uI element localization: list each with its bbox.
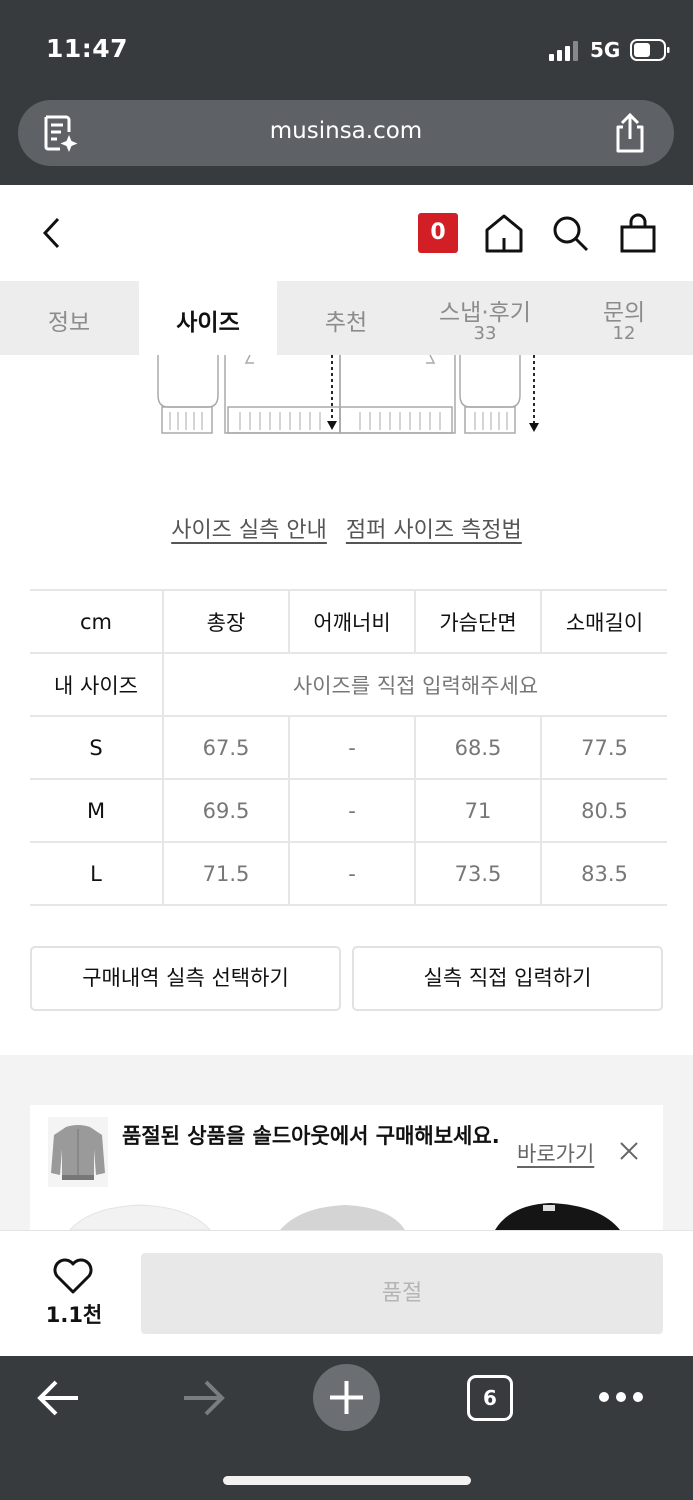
size-label: S [30, 716, 164, 780]
jacket-measurement-diagram [157, 355, 539, 434]
column-header: 가슴단면 [415, 589, 542, 654]
table-cell: 80.5 [541, 779, 667, 843]
direct-input-button[interactable]: 실측 직접 입력하기 [352, 946, 663, 1011]
more-menu-icon[interactable] [598, 1388, 644, 1406]
back-chevron-icon[interactable] [38, 215, 66, 251]
close-icon[interactable] [618, 1140, 640, 1162]
table-row: S 67.5 - 68.5 77.5 [30, 716, 667, 780]
cart-count-badge[interactable]: 0 [418, 213, 458, 253]
back-arrow-icon[interactable] [36, 1378, 82, 1418]
table-row: M 69.5 - 71 80.5 [30, 779, 667, 843]
tab-count: 12 [612, 323, 636, 344]
home-icon[interactable] [484, 212, 524, 254]
my-size-label: 내 사이즈 [30, 653, 164, 717]
product-carousel-peek [30, 1195, 663, 1230]
table-cell: 77.5 [541, 716, 667, 780]
column-header: 소매길이 [541, 589, 667, 654]
table-cell: 71 [415, 779, 542, 843]
share-icon[interactable] [610, 112, 650, 154]
heart-icon[interactable] [52, 1257, 94, 1295]
jumper-method-link[interactable]: 점퍼 사이즈 측정법 [346, 518, 522, 543]
size-guide-links: 사이즈 실측 안내 점퍼 사이즈 측정법 [0, 512, 693, 544]
url-text[interactable]: musinsa.com [18, 118, 674, 144]
like-count: 1.1천 [45, 1303, 103, 1327]
tab-label: 추천 [324, 310, 368, 336]
tab-label: 스냅·후기 [439, 300, 531, 326]
table-header-row: cm 총장 어깨너비 가슴단면 소매길이 [30, 589, 667, 654]
table-cell: - [289, 842, 416, 906]
battery-icon [630, 39, 670, 61]
shopping-bag-icon[interactable] [618, 212, 658, 254]
product-thumbnail-icon [48, 1117, 108, 1187]
my-size-input[interactable]: 사이즈를 직접 입력해주세요 [163, 653, 667, 717]
column-header: 총장 [163, 589, 290, 654]
app-header: 0 [0, 185, 693, 281]
purchase-bar: 1.1천 품절 [0, 1230, 693, 1356]
my-size-row: 내 사이즈 사이즈를 직접 입력해주세요 [30, 653, 667, 717]
tab-recommend[interactable]: 추천 [277, 281, 415, 355]
table-cell: - [289, 716, 416, 780]
select-from-history-button[interactable]: 구매내역 실측 선택하기 [30, 946, 341, 1011]
table-cell: - [289, 779, 416, 843]
signal-icon [549, 41, 578, 61]
tab-label: 문의 [602, 300, 646, 326]
table-cell: 69.5 [163, 779, 290, 843]
browser-chrome: 11:47 5G musinsa.com [0, 0, 693, 185]
new-tab-plus-icon[interactable] [313, 1364, 380, 1431]
banner-message: 품절된 상품을 솔드아웃에서 구매해보세요. [122, 1124, 500, 1148]
size-label: M [30, 779, 164, 843]
unit-header: cm [30, 589, 164, 654]
table-cell: 71.5 [163, 842, 290, 906]
table-cell: 67.5 [163, 716, 290, 780]
measure-info-link[interactable]: 사이즈 실측 안내 [171, 518, 327, 543]
tab-snap-review[interactable]: 스냅·후기 33 [415, 281, 555, 355]
go-to-soldout-link[interactable]: 바로가기 [517, 1138, 594, 1168]
table-cell: 73.5 [415, 842, 542, 906]
address-bar[interactable]: musinsa.com [18, 100, 674, 166]
status-time: 11:47 [46, 34, 129, 63]
tab-size[interactable]: 사이즈 [139, 281, 277, 355]
tab-switcher-button[interactable]: 6 [467, 1375, 513, 1421]
forward-arrow-icon[interactable] [180, 1378, 226, 1418]
product-thumbnails [69, 1203, 620, 1230]
network-type: 5G [590, 38, 621, 62]
table-cell: 68.5 [415, 716, 542, 780]
tab-label: 정보 [47, 310, 91, 336]
search-icon[interactable] [550, 213, 590, 253]
tab-info[interactable]: 정보 [0, 281, 138, 355]
soldout-button[interactable]: 품절 [141, 1253, 663, 1334]
table-row: L 71.5 - 73.5 83.5 [30, 842, 667, 906]
product-tabs: 정보 사이즈 추천 스냅·후기 33 문의 12 [0, 281, 693, 355]
soldout-banner: 품절된 상품을 솔드아웃에서 구매해보세요. 바로가기 [30, 1105, 663, 1195]
column-header: 어깨너비 [289, 589, 416, 654]
size-table: cm 총장 어깨너비 가슴단면 소매길이 내 사이즈 사이즈를 직접 입력해주세… [30, 589, 667, 906]
tab-count: 33 [473, 323, 497, 344]
home-indicator [223, 1476, 471, 1485]
tab-label: 사이즈 [176, 310, 240, 336]
table-cell: 83.5 [541, 842, 667, 906]
size-label: L [30, 842, 164, 906]
tab-inquiry[interactable]: 문의 12 [555, 281, 693, 355]
